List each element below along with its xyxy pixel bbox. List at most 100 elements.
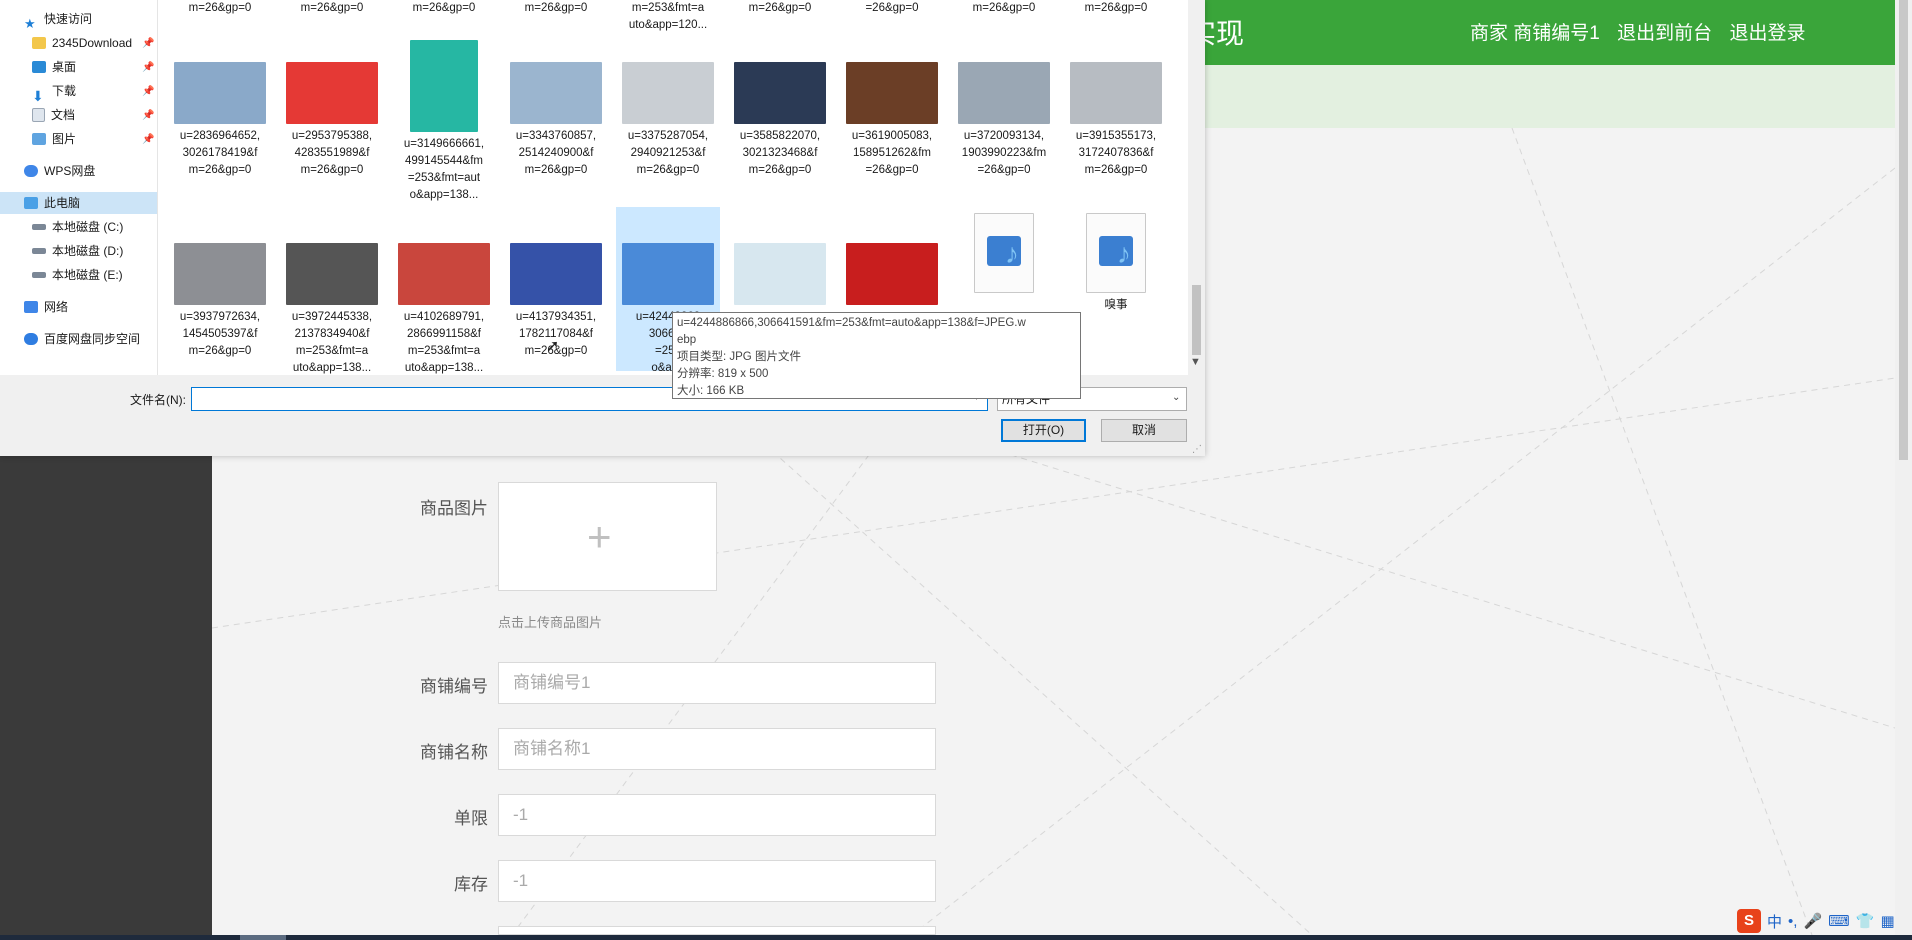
file-item[interactable]: u=3720093134, 1903990223&fm =26&gp=0 [952, 0, 1056, 176]
file-item[interactable]: u=3375287054, 2940921253&f m=26&gp=0 [616, 0, 720, 176]
shop-name-label: 商铺名称 [420, 743, 488, 762]
file-item[interactable]: u=3585822070, 3021323468&f m=26&gp=0 [728, 0, 832, 176]
nav-pictures[interactable]: 图片 [32, 128, 76, 150]
shirt-icon[interactable]: 👕 [1856, 912, 1875, 930]
battery-thumbnail [734, 62, 826, 124]
file-item[interactable]: u=3915355173, 3172407836&f m=26&gp=0 [1064, 0, 1168, 176]
video-file-icon: ♪ [974, 213, 1034, 293]
folder-icon [32, 37, 46, 49]
file-item[interactable]: u=3343760857, 2514240900&f m=26&gp=0 [504, 0, 608, 176]
product-image-label: 商品图片 [420, 499, 488, 518]
cancel-button[interactable]: 取消 [1101, 419, 1187, 442]
file-name: u=3915355173, 3172407836&f m=26&gp=0 [1075, 130, 1157, 176]
online-education-thumbnail [410, 40, 478, 132]
car-thumbnail [958, 62, 1050, 124]
header-nav: 商家 商铺编号1 退出到前台 退出登录 [1470, 18, 1817, 45]
shop-name-input[interactable]: 商铺名称1 [498, 728, 936, 770]
tooltip-size: 大小: 166 KB [677, 385, 745, 397]
cloud-icon [24, 165, 38, 177]
gym-thumbnail [1070, 62, 1162, 124]
pin-icon: 📌 [142, 110, 155, 121]
belt-thumbnail [846, 62, 938, 124]
tooltip-filename: u=4244886866,306641591&fm=253&fmt=auto&a… [677, 317, 1026, 329]
nav-2345download[interactable]: 2345Download [32, 32, 132, 54]
file-item[interactable]: u=2836964652, 3026178419&f m=26&gp=0 [168, 0, 272, 176]
nav-this-pc[interactable]: 此电脑 [0, 192, 157, 214]
nav-label: 本地磁盘 (E:) [52, 268, 123, 282]
nav-quick-access[interactable]: ★ 快速访问 [24, 8, 92, 31]
merchant-shop-link[interactable]: 商家 商铺编号1 [1470, 23, 1600, 44]
video-file-icon: ♪ [1086, 213, 1146, 293]
limit-label: 单限 [454, 809, 488, 828]
shop-number-label: 商铺编号 [420, 677, 488, 696]
tooltip-type: 项目类型: JPG 图片文件 [677, 351, 801, 363]
taskbar-active-app[interactable] [240, 935, 286, 940]
pin-icon: 📌 [142, 38, 155, 49]
nav-label: 图片 [52, 132, 77, 146]
nav-label: 桌面 [52, 60, 77, 74]
open-button[interactable]: 打开(O) [1001, 419, 1086, 442]
train-thumbnail [510, 62, 602, 124]
file-name: u=3720093134, 1903990223&fm =26&gp=0 [961, 130, 1047, 176]
file-name: u=4102689791, 2866991158&f m=253&fmt=a u… [403, 311, 485, 374]
download-icon: ⬇ [32, 88, 44, 104]
file-item[interactable]: u=4102689791, 2866991158&f m=253&fmt=a u… [392, 207, 496, 374]
file-item[interactable]: u=3619005083, 158951262&fm =26&gp=0 [840, 0, 944, 176]
scroll-down-arrow-icon[interactable]: ▼ [1190, 356, 1201, 368]
file-name: u=3375287054, 2940921253&f m=26&gp=0 [627, 130, 709, 176]
file-name: u=2836964652, 3026178419&f m=26&gp=0 [179, 130, 261, 176]
nav-label: 本地磁盘 (D:) [52, 244, 124, 258]
laptop-thumbnail [174, 243, 266, 305]
back-to-front-link[interactable]: 退出到前台 [1617, 23, 1712, 44]
nav-network[interactable]: 网络 [24, 296, 68, 318]
logout-link[interactable]: 退出登录 [1729, 23, 1805, 44]
file-item[interactable]: u=3972445338, 2137834940&f m=253&fmt=a u… [280, 207, 384, 374]
keyboard-icon[interactable]: ⌨ [1828, 912, 1850, 930]
page-scrollbar-thumb[interactable] [1899, 0, 1908, 460]
nav-drive-e[interactable]: 本地磁盘 (E:) [32, 264, 123, 286]
chevron-down-icon[interactable]: ⌄ [1172, 392, 1180, 403]
file-tooltip: u=4244886866,306641591&fm=253&fmt=auto&a… [672, 312, 1081, 399]
mic-icon[interactable]: 🎤 [1803, 912, 1822, 930]
sogou-logo-icon[interactable]: S [1737, 909, 1761, 933]
file-name: u=3585822070, 3021323468&f m=26&gp=0 [739, 130, 821, 176]
next-field-input[interactable] [498, 926, 936, 935]
stock-input[interactable]: -1 [498, 860, 936, 902]
picture-icon [32, 133, 46, 145]
file-item[interactable]: u=3937972634, 1454505397&f m=26&gp=0 [168, 207, 272, 371]
nav-wps-cloud[interactable]: WPS网盘 [24, 160, 95, 182]
drive-icon [32, 272, 46, 278]
nav-label: 此电脑 [44, 196, 81, 210]
nav-downloads[interactable]: ⬇ 下载 [32, 80, 76, 104]
nav-desktop[interactable]: 桌面 [32, 56, 76, 78]
stock-label: 库存 [454, 875, 488, 894]
tooltip-filename-cont: ebp [677, 334, 697, 346]
ime-toolbar[interactable]: S 中 •, 🎤 ⌨ 👕 ▦ [1737, 907, 1895, 935]
ime-punctuation[interactable]: •, [1788, 913, 1797, 930]
nav-label: 百度网盘同步空间 [44, 332, 141, 346]
grid-icon[interactable]: ▦ [1880, 912, 1894, 930]
hot-news-thumbnail [846, 243, 938, 305]
airplane-thumbnail [622, 243, 714, 305]
plus-icon: + [587, 513, 612, 560]
nav-baidu-cloud[interactable]: 百度网盘同步空间 [24, 328, 140, 350]
drive-icon [32, 224, 46, 230]
network-icon [24, 301, 38, 313]
file-list-scrollbar-thumb[interactable] [1192, 285, 1201, 355]
pin-icon: 📌 [142, 62, 155, 73]
file-name: u=3343760857, 2514240900&f m=26&gp=0 [515, 130, 597, 176]
nav-documents[interactable]: 文档 [32, 104, 75, 126]
star-icon: ★ [24, 16, 36, 31]
shop-number-input[interactable]: 商铺编号1 [498, 662, 936, 704]
dumbbell-thumbnail [286, 243, 378, 305]
ime-mode[interactable]: 中 [1767, 911, 1782, 932]
document-icon [32, 108, 45, 122]
limit-input[interactable]: -1 [498, 794, 936, 836]
nav-drive-d[interactable]: 本地磁盘 (D:) [32, 240, 123, 262]
file-name: u=3972445338, 2137834940&f m=253&fmt=a u… [291, 311, 373, 374]
resize-grip-icon[interactable]: ⋰ [1192, 444, 1202, 455]
nav-drive-c[interactable]: 本地磁盘 (C:) [32, 216, 123, 238]
file-item[interactable]: u=3149666661, 499145544&fm =253&fmt=aut … [392, 0, 496, 201]
file-name: u=2953795388, 4283551989&f m=26&gp=0 [291, 130, 373, 176]
file-item[interactable]: u=2953795388, 4283551989&f m=26&gp=0 [280, 0, 384, 176]
